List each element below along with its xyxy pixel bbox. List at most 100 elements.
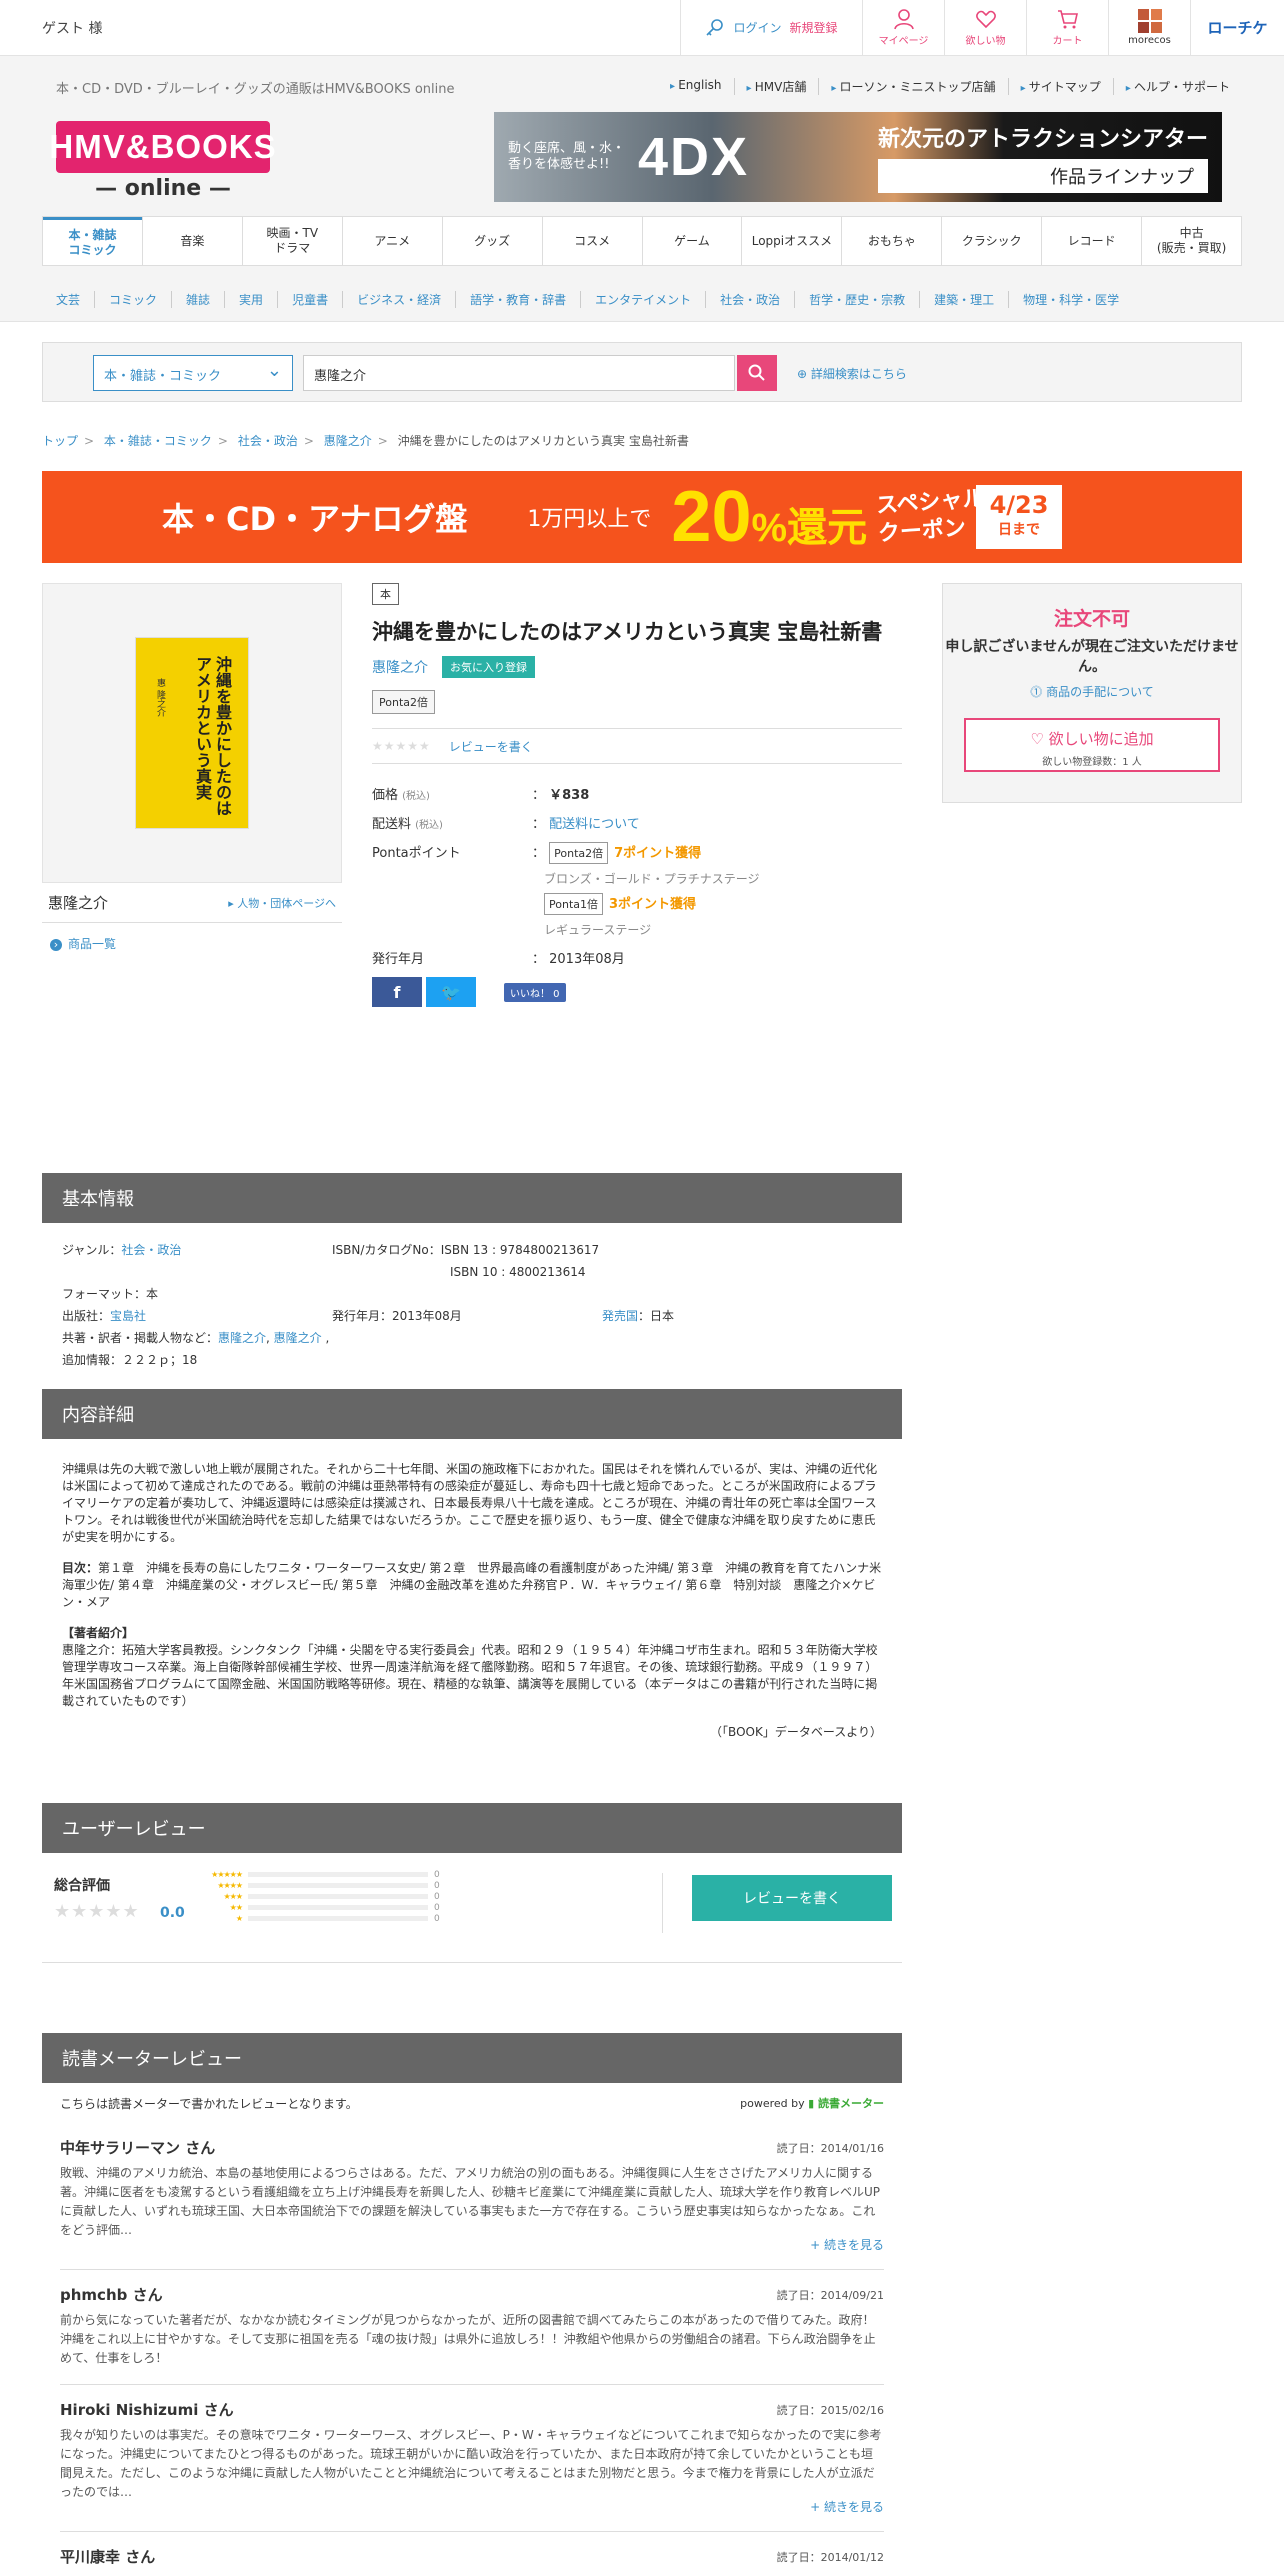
util-help[interactable]: ヘルプ・サポート [1112, 78, 1242, 95]
publisher-link[interactable]: 宝島社 [110, 1309, 146, 1323]
category-tab-2[interactable]: 映画・TV ドラマ [241, 217, 342, 265]
subcategory-link-8[interactable]: 社会・政治 [705, 291, 794, 308]
key-icon [706, 18, 724, 36]
crumb-author[interactable]: 惠隆之介 [324, 434, 372, 448]
read-more-link[interactable]: + 続きを見る [60, 2236, 884, 2253]
login-link[interactable]: ログイン [733, 19, 781, 36]
favorite-button[interactable]: お気に入り登録 [442, 656, 535, 678]
user-icon [893, 9, 914, 30]
cart-button[interactable]: カート [1026, 0, 1108, 56]
add-wishlist-label: 欲しい物に追加 [1048, 730, 1154, 748]
subcategory-link-2[interactable]: 雑誌 [171, 291, 224, 308]
write-review-link[interactable]: レビューを書く [449, 738, 533, 755]
mypage-button[interactable]: マイページ [862, 0, 944, 56]
contrib-link-1[interactable]: 惠隆之介 [218, 1331, 266, 1345]
count-4: 0 [434, 1880, 440, 1891]
category-tab-6[interactable]: ゲーム [641, 217, 742, 265]
format-value: フォーマット：本 [62, 1287, 159, 1301]
crumb-society[interactable]: 社会・政治 [238, 434, 298, 448]
product-info: 本 沖縄を豊かにしたのはアメリカという真実 宝島社新書 惠隆之介 お気に入り登録… [372, 583, 902, 1007]
morecos-logo-icon [1137, 9, 1162, 33]
subcategory-link-3[interactable]: 実用 [224, 291, 277, 308]
contrib-link-2[interactable]: 惠隆之介 [274, 1331, 322, 1345]
subcategory-link-10[interactable]: 建築・理工 [919, 291, 1008, 308]
lticket-link[interactable]: ローチケ [1190, 0, 1284, 56]
category-tab-5[interactable]: コスメ [541, 217, 642, 265]
category-tab-11[interactable]: 中古 (販売・買取) [1141, 217, 1241, 265]
release-value: 2013年08月 [549, 952, 625, 967]
bookmeter-header: こちらは読書メーターで書かれたレビューとなります。 powered by ▮ 読… [60, 2083, 884, 2123]
rating-histogram: ★★★★★ 0 ★★★★ 0 ★★★ 0 ★★ 0 ★ 0 [202, 1869, 440, 1924]
histogram-row-1: ★ 0 [235, 1913, 440, 1924]
util-sitemap[interactable]: サイトマップ [1007, 78, 1113, 95]
category-tab-1[interactable]: 音楽 [141, 217, 242, 265]
bookmeter-logo[interactable]: ▮ 読書メーター [808, 2097, 884, 2110]
category-tab-3[interactable]: アニメ [341, 217, 442, 265]
genre-label: ジャンル： [62, 1243, 122, 1257]
author-page-link[interactable]: ▸ 人物・団体ページへ [228, 895, 336, 911]
subcategory-link-5[interactable]: ビジネス・経済 [342, 291, 455, 308]
subcategory-link-1[interactable]: コミック [94, 291, 171, 308]
search-input[interactable]: 惠隆之介 [303, 355, 735, 391]
ponta1-badge: Ponta1倍 [544, 893, 603, 915]
review-header: 中年サラリーマン さん 読了日：2014/01/16 [60, 2137, 884, 2158]
category-nav: 本・雑誌 コミック 音楽 映画・TV ドラマ アニメ グッズ コスメ ゲーム Loppiオスス… [42, 216, 1242, 266]
category-tab-8[interactable]: おもちゃ [841, 217, 941, 265]
origin-link[interactable]: 発売国 [602, 1309, 638, 1323]
subcategory-link-6[interactable]: 語学・教育・辞書 [455, 291, 580, 308]
heart-icon [975, 10, 996, 29]
category-tab-7[interactable]: Loppiオススメ [741, 217, 841, 265]
item-list-link[interactable]: 商品一覧 [50, 935, 116, 952]
search-button[interactable] [737, 355, 777, 391]
ad-line1: 動く座席、風・水・香りを体感せよ!! [508, 141, 626, 172]
subcategory-link-0[interactable]: 文芸 [42, 291, 94, 308]
author-link[interactable]: 惠隆之介 [372, 657, 428, 677]
add-wishlist-button[interactable]: ♡ 欲しい物に追加 欲しい物登録数：1 人 [964, 718, 1220, 772]
category-tab-0[interactable]: 本・雑誌 コミック [43, 217, 142, 265]
search-category-select[interactable]: 本・雑誌・コミック [93, 355, 293, 391]
crumb-top[interactable]: トップ [42, 434, 78, 448]
subcategory-link-4[interactable]: 児童書 [277, 291, 342, 308]
genre-link[interactable]: 社会・政治 [121, 1243, 181, 1257]
content-body: 沖縄県は先の大戦で激しい地上戦が展開された。それから二十七年間、米国の施政権下に… [42, 1439, 902, 1763]
histogram-row-5: ★★★★★ 0 [211, 1869, 440, 1880]
release-label: 発行年月 [372, 952, 425, 967]
twitter-share-button[interactable]: 🐦 [426, 977, 476, 1007]
facebook-share-button[interactable]: f [372, 977, 422, 1007]
category-tab-10[interactable]: レコード [1041, 217, 1141, 265]
shipping-info-link[interactable]: 配送料について [549, 817, 640, 832]
histogram-row-2: ★★ 0 [229, 1902, 440, 1913]
site-tagline: 本・CD・DVD・ブルーレイ・グッズの通販はHMV&BOOKS online [56, 82, 455, 97]
order-box: 注文不可 申し訳ございませんが現在ご注文いただけません。 ⓵ 商品の手配について… [942, 583, 1242, 803]
ponta1-stage: レギュラーステージ [544, 923, 652, 937]
guest-greeting: ゲスト 様 [42, 20, 103, 37]
ad-button: 作品ラインナップ [877, 159, 1208, 193]
promo-banner[interactable]: 本・CD・アナログ盤 1万円以上で 20%還元 スペシャル クーポン 4/23 日… [42, 471, 1242, 563]
hmv-books-logo[interactable]: HMV&BOOKS — online — [49, 121, 276, 207]
product-image-box[interactable]: 沖縄を豊かにしたのはアメリカという真実 惠 隆之介 [42, 583, 342, 883]
write-review-button[interactable]: レビューを書く [692, 1875, 892, 1921]
order-message: 申し訳ございませんが現在ご注文いただけません。 [945, 639, 1239, 675]
utility-links: English HMV店舗 ローソン・ミニストップ店舗 サイトマップ ヘルプ・サ… [658, 78, 1242, 95]
review-date: 読了日：2014/09/21 [776, 2288, 884, 2302]
morecos-link[interactable]: morecos [1108, 0, 1190, 56]
subcategory-link-11[interactable]: 物理・科学・医学 [1008, 291, 1133, 308]
subcategory-link-9[interactable]: 哲学・歴史・宗教 [794, 291, 919, 308]
read-more-link[interactable]: + 続きを見る [60, 2498, 884, 2515]
like-button[interactable]: いいね！ 0 [504, 982, 566, 1002]
wishlist-button[interactable]: 欲しい物 [944, 0, 1026, 56]
util-english[interactable]: English [658, 78, 734, 95]
order-arrangement-link[interactable]: ⓵ 商品の手配について [943, 683, 1241, 700]
ad-banner-4dx[interactable]: 動く座席、風・水・香りを体感せよ!! 4DX 新次元のアトラクションシアター 作… [494, 112, 1222, 202]
rating-stars: ★★★★★ [372, 739, 431, 753]
subcategory-link-7[interactable]: エンタテイメント [580, 291, 705, 308]
category-tab-4[interactable]: グッズ [441, 217, 542, 265]
register-link[interactable]: 新規登録 [790, 19, 838, 36]
advanced-search-link[interactable]: ⊕ 詳細検索はこちら [797, 365, 907, 382]
category-tab-9[interactable]: クラシック [941, 217, 1041, 265]
util-hmv-stores[interactable]: HMV店舗 [733, 78, 819, 95]
price-details: 価格 (税込)： ￥838 配送料 (税込)： 配送料について Pontaポイン… [372, 784, 902, 967]
user-review-section: ユーザーレビュー 総合評価 ★★★★★ 0.0 ★★★★★ 0 ★★★★ 0 ★★★… [42, 1803, 902, 1963]
crumb-books[interactable]: 本・雑誌・コミック [104, 434, 212, 448]
util-lawson-stores[interactable]: ローソン・ミニストップ店舗 [818, 78, 1007, 95]
